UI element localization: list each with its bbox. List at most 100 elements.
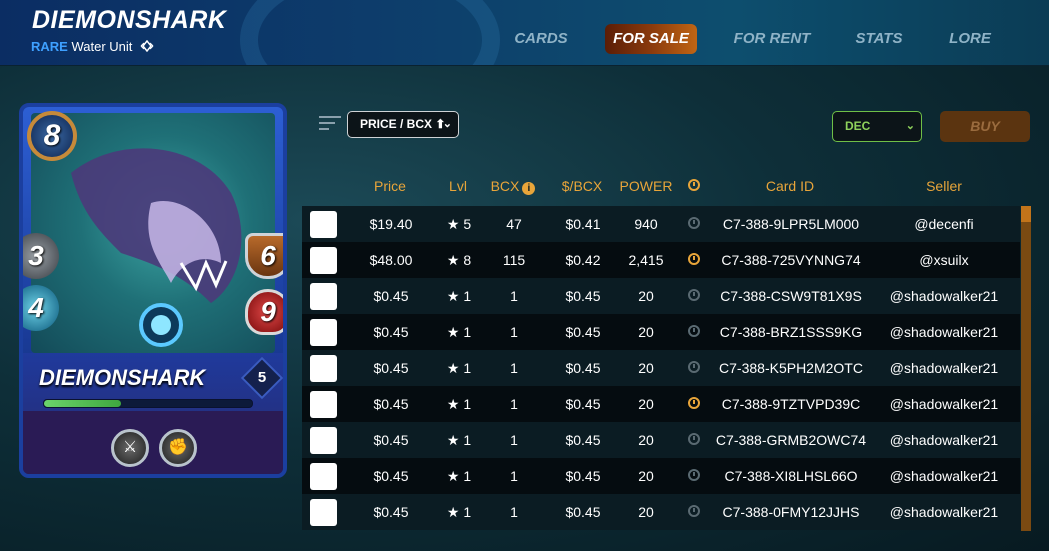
tab-for-sale[interactable]: FOR SALE xyxy=(605,24,697,54)
cell-bcx: 1 xyxy=(510,360,518,376)
ability-icon-1[interactable]: ⚔ xyxy=(111,429,149,467)
cell-seller[interactable]: @shadowalker21 xyxy=(876,494,1012,530)
col-clock xyxy=(686,178,702,194)
ability-icon-2[interactable]: ✊ xyxy=(159,429,197,467)
cell-seller[interactable]: @shadowalker21 xyxy=(876,422,1012,458)
cell-clock xyxy=(686,314,702,350)
cell-seller[interactable]: @shadowalker21 xyxy=(876,350,1012,386)
tab-bar: CARDS FOR SALE FOR RENT STATS LORE xyxy=(0,24,1049,54)
cell-card-id[interactable]: C7-388-9LPR5LM000 xyxy=(706,206,876,242)
currency-dropdown[interactable]: DEC ⌄ xyxy=(832,111,922,142)
table-row[interactable]: $0.45 ★ 1 1 $0.45 20 C7-388-9TZTVPD39C @… xyxy=(302,386,1020,422)
table-row[interactable]: $0.45 ★ 1 1 $0.45 20 C7-388-BRZ1SSS9KG @… xyxy=(302,314,1020,350)
cell-per-bcx: $0.42 xyxy=(565,252,601,268)
clock-icon xyxy=(688,397,700,409)
cell-seller[interactable]: @shadowalker21 xyxy=(876,314,1012,350)
cell-seller[interactable]: @shadowalker21 xyxy=(876,458,1012,494)
cell-seller[interactable]: @shadowalker21 xyxy=(876,278,1012,314)
clock-icon xyxy=(688,253,700,265)
scrollbar-thumb[interactable] xyxy=(1021,206,1031,531)
cell-lvl: ★ 1 xyxy=(446,468,472,484)
listings-table: $19.40 ★ 5 47 $0.41 940 C7-388-9LPR5LM00… xyxy=(302,206,1020,530)
col-power[interactable]: POWER xyxy=(614,178,678,194)
row-checkbox[interactable] xyxy=(310,247,337,274)
armor-stat-icon: 6 xyxy=(245,233,283,279)
tab-stats[interactable]: STATS xyxy=(852,24,906,54)
cell-price: $0.45 xyxy=(373,360,409,376)
cell-seller[interactable]: @xsuilx xyxy=(876,242,1012,278)
sort-dropdown[interactable]: PRICE / BCX ⬆ ⌄ xyxy=(347,111,459,138)
cell-bcx: 1 xyxy=(510,324,518,340)
cell-seller[interactable]: @shadowalker21 xyxy=(876,386,1012,422)
cell-clock xyxy=(686,422,702,458)
cell-price: $19.40 xyxy=(369,216,413,232)
cell-card-id[interactable]: C7-388-XI8LHSL66O xyxy=(706,458,876,494)
cell-card-id[interactable]: C7-388-BRZ1SSS9KG xyxy=(706,314,876,350)
cell-card-id[interactable]: C7-388-K5PH2M2OTC xyxy=(706,350,876,386)
cell-card-id[interactable]: C7-388-9TZTVPD39C xyxy=(706,386,876,422)
table-row[interactable]: $0.45 ★ 1 1 $0.45 20 C7-388-CSW9T81X9S @… xyxy=(302,278,1020,314)
tab-for-rent[interactable]: FOR RENT xyxy=(730,24,814,54)
table-row[interactable]: $48.00 ★ 8 115 $0.42 2,415 C7-388-725VYN… xyxy=(302,242,1020,278)
cell-per-bcx: $0.45 xyxy=(565,324,601,340)
buy-button[interactable]: BUY xyxy=(940,111,1030,142)
cell-lvl: ★ 1 xyxy=(446,432,472,448)
row-checkbox[interactable] xyxy=(310,283,337,310)
clock-icon xyxy=(688,325,700,337)
sort-value: PRICE / BCX ⬆ xyxy=(360,117,446,131)
table-scrollbar[interactable] xyxy=(1021,206,1031,531)
tab-lore[interactable]: LORE xyxy=(944,24,996,54)
table-row[interactable]: $0.45 ★ 1 1 $0.45 20 C7-388-0FMY12JJHS @… xyxy=(302,494,1020,530)
cell-card-id[interactable]: C7-388-0FMY12JJHS xyxy=(706,494,876,530)
cell-bcx: 47 xyxy=(506,216,522,232)
cell-bcx: 1 xyxy=(510,504,518,520)
clock-icon xyxy=(688,433,700,445)
clock-icon xyxy=(688,289,700,301)
chevron-down-icon: ⌄ xyxy=(905,120,915,132)
cell-per-bcx: $0.45 xyxy=(565,396,601,412)
cell-seller[interactable]: @decenfi xyxy=(876,206,1012,242)
table-row[interactable]: $0.45 ★ 1 1 $0.45 20 C7-388-GRMB2OWC74 @… xyxy=(302,422,1020,458)
table-row[interactable]: $0.45 ★ 1 1 $0.45 20 C7-388-XI8LHSL66O @… xyxy=(302,458,1020,494)
cell-price: $0.45 xyxy=(373,504,409,520)
clock-icon xyxy=(688,217,700,229)
clock-icon xyxy=(688,469,700,481)
cell-lvl: ★ 5 xyxy=(446,216,472,232)
row-checkbox[interactable] xyxy=(310,391,337,418)
cell-card-id[interactable]: C7-388-725VYNNG74 xyxy=(706,242,876,278)
tab-cards[interactable]: CARDS xyxy=(508,24,574,54)
col-lvl[interactable]: Lvl xyxy=(438,178,478,194)
row-checkbox[interactable] xyxy=(310,427,337,454)
row-checkbox[interactable] xyxy=(310,463,337,490)
cell-card-id[interactable]: C7-388-CSW9T81X9S xyxy=(706,278,876,314)
cell-power: 20 xyxy=(638,288,654,304)
cell-bcx: 1 xyxy=(510,288,518,304)
cell-bcx: 1 xyxy=(510,396,518,412)
clock-icon xyxy=(688,361,700,373)
cell-price: $0.45 xyxy=(373,288,409,304)
col-bcx[interactable]: BCX i xyxy=(488,178,538,195)
chevron-down-icon: ⌄ xyxy=(442,118,452,130)
col-per-bcx[interactable]: $/BCX xyxy=(552,178,612,194)
cell-per-bcx: $0.45 xyxy=(565,288,601,304)
clock-icon xyxy=(688,505,700,517)
row-checkbox[interactable] xyxy=(310,211,337,238)
cell-card-id[interactable]: C7-388-GRMB2OWC74 xyxy=(706,422,876,458)
cell-price: $48.00 xyxy=(369,252,413,268)
cell-power: 20 xyxy=(638,396,654,412)
cell-price: $0.45 xyxy=(373,432,409,448)
card-image: DIEMONSHARK 5 ⚔ ✊ 8 3 4 6 9 xyxy=(19,103,287,478)
cell-clock xyxy=(686,278,702,314)
filter-icon[interactable] xyxy=(319,116,341,132)
currency-value: DEC xyxy=(845,119,871,133)
cell-per-bcx: $0.45 xyxy=(565,468,601,484)
col-price[interactable]: Price xyxy=(360,178,420,194)
row-checkbox[interactable] xyxy=(310,499,337,526)
xp-bar xyxy=(43,399,253,408)
row-checkbox[interactable] xyxy=(310,355,337,382)
table-row[interactable]: $0.45 ★ 1 1 $0.45 20 C7-388-K5PH2M2OTC @… xyxy=(302,350,1020,386)
info-icon[interactable]: i xyxy=(522,182,536,195)
table-row[interactable]: $19.40 ★ 5 47 $0.41 940 C7-388-9LPR5LM00… xyxy=(302,206,1020,242)
cell-per-bcx: $0.45 xyxy=(565,504,601,520)
row-checkbox[interactable] xyxy=(310,319,337,346)
